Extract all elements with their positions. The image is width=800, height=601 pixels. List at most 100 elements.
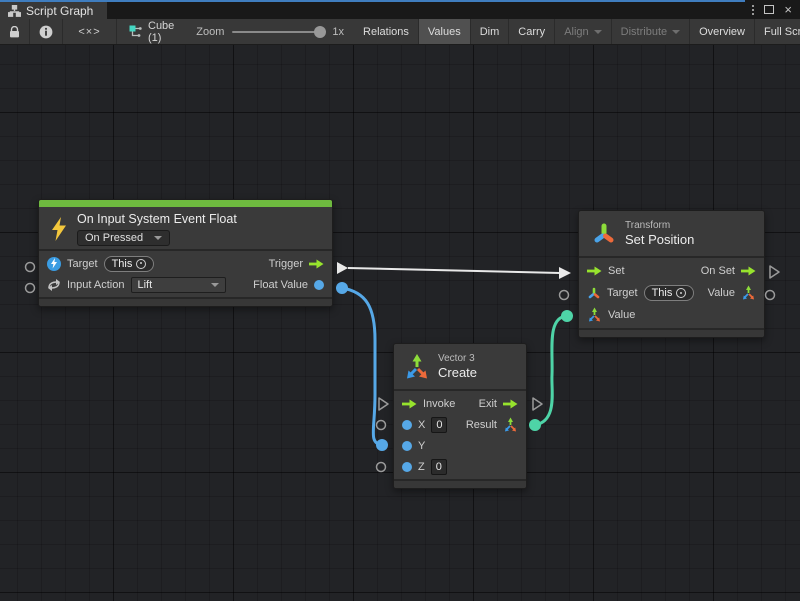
vector3-mini-icon[interactable] [503, 417, 518, 433]
vector3-mini-icon[interactable] [587, 307, 602, 323]
vector3-icon [404, 353, 430, 381]
target-value-row: Target This Value [579, 282, 764, 304]
target-port-row: Target This Trigger [39, 253, 332, 274]
x-input-port[interactable] [402, 420, 412, 430]
target-port-label: Target [607, 287, 638, 299]
invoke-port-label: Invoke [423, 398, 455, 410]
flow-arrow-icon[interactable] [587, 266, 602, 276]
vector3-mini-icon[interactable] [741, 285, 756, 301]
graph-breadcrumb[interactable]: Cube (1) [117, 19, 186, 44]
graph-toolbar: <×> Cube (1) Zoom 1x Relations Values Di… [0, 19, 800, 45]
menu-icon[interactable] [752, 5, 754, 15]
node-footer [579, 328, 764, 337]
graph-icon [8, 5, 21, 17]
y-row: Y [394, 435, 526, 456]
window-tab-bar: Script Graph × [0, 0, 800, 19]
chevron-down-icon [154, 236, 162, 240]
z-value-field[interactable]: 0 [431, 459, 447, 475]
x-result-row: X 0 Result [394, 414, 526, 435]
node-category: Vector 3 [438, 352, 477, 365]
overview-button[interactable]: Overview [690, 19, 755, 44]
fullscreen-button[interactable]: Full Screen [755, 19, 800, 44]
x-port-label: X [418, 419, 425, 431]
graph-ref-label: Cube (1) [148, 20, 174, 44]
float-value-port[interactable] [314, 280, 324, 290]
on-set-port-label: On Set [701, 265, 735, 277]
window-controls: × [752, 0, 800, 19]
target-object-value: This [652, 287, 673, 299]
code-preview-toggle[interactable]: <×> [63, 19, 117, 44]
transform-mini-icon [587, 286, 601, 300]
x-value-field[interactable]: 0 [431, 417, 447, 433]
value-input-row: Value [579, 304, 764, 326]
graph-ref-icon [129, 25, 142, 38]
z-input-port[interactable] [402, 462, 412, 472]
relations-button[interactable]: Relations [354, 19, 419, 44]
maximize-icon[interactable] [764, 5, 774, 14]
flow-arrow-icon[interactable] [309, 259, 324, 269]
carry-label: Carry [518, 26, 545, 38]
target-object-value: This [112, 258, 133, 270]
distribute-label: Distribute [621, 26, 667, 38]
info-icon [39, 25, 53, 39]
lock-button[interactable] [0, 19, 30, 44]
zoom-slider-handle[interactable] [314, 26, 326, 38]
event-mode-value: On Pressed [85, 232, 143, 244]
relations-label: Relations [363, 26, 409, 38]
event-mode-dropdown[interactable]: On Pressed [77, 230, 170, 246]
graph-canvas[interactable]: On Input System Event Float On Pressed T… [0, 45, 800, 601]
chevron-down-icon [594, 30, 602, 34]
input-action-port-row: Input Action Lift Float Value [39, 274, 332, 295]
result-port-label: Result [466, 419, 497, 431]
overview-label: Overview [699, 26, 745, 38]
node-title: On Input System Event Float [77, 211, 237, 227]
carry-button[interactable]: Carry [509, 19, 555, 44]
flow-arrow-icon[interactable] [402, 399, 417, 409]
exit-port-label: Exit [479, 398, 497, 410]
value-input-label: Value [608, 309, 635, 321]
set-port-label: Set [608, 265, 625, 277]
y-input-port[interactable] [402, 441, 412, 451]
code-toggle-label: <×> [78, 26, 100, 38]
z-row: Z 0 [394, 456, 526, 477]
target-object-field[interactable]: This [644, 285, 695, 301]
node-title: Create [438, 365, 477, 381]
zoom-label: Zoom [196, 26, 224, 38]
set-row: Set On Set [579, 260, 764, 282]
tab-script-graph[interactable]: Script Graph [0, 0, 107, 19]
node-transform-set-position[interactable]: Transform Set Position Set On Set [578, 210, 765, 338]
input-action-icon [47, 278, 61, 292]
values-button[interactable]: Values [419, 19, 471, 44]
lightning-bolt-icon [49, 216, 69, 242]
close-icon[interactable]: × [784, 0, 792, 19]
zoom-slider[interactable] [232, 31, 324, 33]
invoke-exit-row: Invoke Exit [394, 393, 526, 414]
align-dropdown[interactable]: Align [555, 19, 611, 44]
y-port-label: Y [418, 440, 425, 452]
transform-icon [591, 220, 617, 248]
zoom-control: Zoom 1x [186, 19, 354, 44]
distribute-dropdown[interactable]: Distribute [612, 19, 690, 44]
node-footer [39, 297, 332, 306]
z-port-label: Z [418, 461, 425, 473]
tab-label: Script Graph [26, 4, 93, 18]
flow-arrow-icon[interactable] [503, 399, 518, 409]
chevron-down-icon [672, 30, 680, 34]
event-unit-icon [47, 257, 61, 271]
focus-highlight-line [0, 0, 745, 2]
info-button[interactable] [30, 19, 63, 44]
object-picker-icon[interactable] [136, 259, 146, 269]
float-value-port-label: Float Value [253, 279, 308, 291]
dim-label: Dim [480, 26, 500, 38]
target-object-field[interactable]: This [104, 256, 155, 272]
node-category: Transform [625, 219, 694, 232]
input-action-port-label: Input Action [67, 279, 125, 291]
flow-arrow-icon[interactable] [741, 266, 756, 276]
target-port-label: Target [67, 258, 98, 270]
node-on-input-system-event-float[interactable]: On Input System Event Float On Pressed T… [38, 199, 333, 307]
node-vector3-create[interactable]: Vector 3 Create Invoke Exit X 0 [393, 343, 527, 489]
dim-button[interactable]: Dim [471, 19, 510, 44]
input-action-dropdown[interactable]: Lift [131, 277, 226, 293]
node-title: Set Position [625, 232, 694, 248]
object-picker-icon[interactable] [676, 288, 686, 298]
